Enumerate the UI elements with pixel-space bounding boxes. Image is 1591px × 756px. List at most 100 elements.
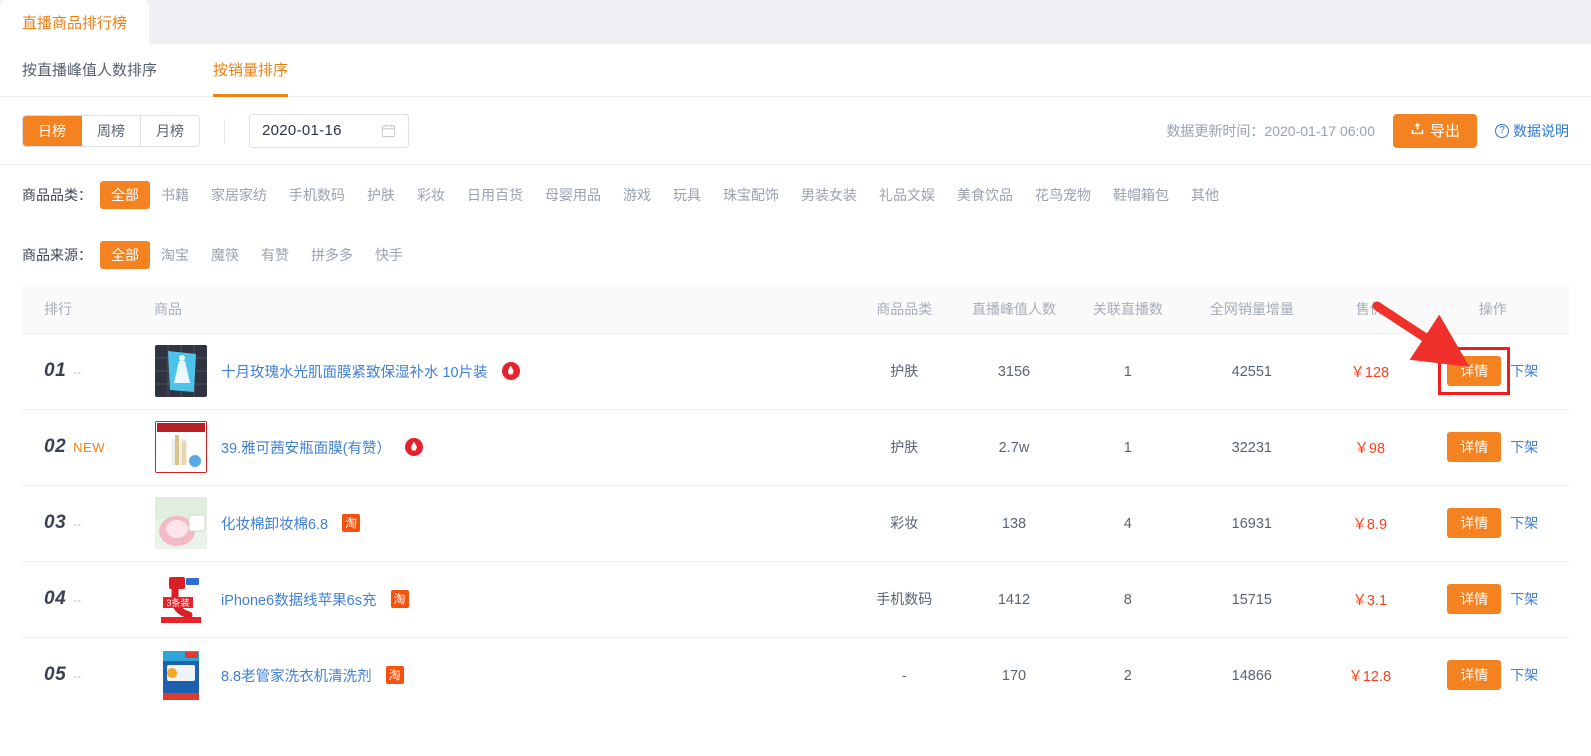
detail-button[interactable]: 详情 [1447,508,1502,538]
cell-sales-growth: 16931 [1180,485,1323,562]
period-option-weekly[interactable]: 周榜 [82,115,141,146]
rank-wrapper: 04 -- [44,588,143,610]
product-source-badge: 淘 [390,590,409,608]
product-title-link[interactable]: 十月玫瑰水光肌面膜紧致保湿补水 10片装 [221,361,488,382]
detail-button[interactable]: 详情 [1447,660,1502,691]
product-thumbnail[interactable] [154,345,207,397]
column-header-lives: 关联直播数 [1074,285,1181,334]
facet-category-clothing[interactable]: 男装女装 [790,181,868,209]
table-row[interactable]: 03 -- 化妆棉卸妆棉6.8 淘 彩妆 138 4 16931 ￥8.9 详情… [22,485,1569,562]
filter-divider [224,118,225,143]
cell-related-lives: 1 [1074,409,1181,486]
facet-category-games[interactable]: 游戏 [612,181,662,209]
action-wrapper: 详情 下架 [1417,508,1568,538]
facet-category-gifts[interactable]: 礼品文娱 [868,181,946,209]
column-header-sales: 全网销量增量 [1180,285,1323,334]
related-lives-value: 4 [1123,515,1132,532]
facet-source-pinduoduo[interactable]: 拼多多 [300,241,364,269]
rank-number: 01 [44,360,67,381]
facet-category-all[interactable]: 全部 [100,181,150,209]
tab-sort-by-peak-viewers[interactable]: 按直播峰值人数排序 [22,44,157,97]
facet-category-digital[interactable]: 手机数码 [278,181,356,209]
kuaishou-badge-icon [404,438,423,456]
facet-source-all[interactable]: 全部 [100,241,150,269]
table-header-row: 排行 商品 商品品类 直播峰值人数 关联直播数 全网销量增量 售价 操作 [22,285,1569,334]
facet-category-jewelry[interactable]: 珠宝配饰 [712,181,790,209]
offshelf-link[interactable]: 下架 [1510,437,1538,457]
facet-source-kuaishou[interactable]: 快手 [364,241,414,269]
detail-button[interactable]: 详情 [1447,584,1502,614]
facet-category-toys[interactable]: 玩具 [662,181,712,209]
facet-category-other[interactable]: 其他 [1180,181,1230,209]
calendar-icon [381,123,396,138]
cell-category: 彩妆 [855,485,954,562]
table-row[interactable]: 02 NEW 39.雅可茜安瓶面膜(有赞） 护肤 2.7w 1 32231 ￥9… [22,409,1569,486]
period-option-monthly[interactable]: 月榜 [141,115,199,146]
sales-growth-value: 42551 [1231,363,1272,380]
detail-button[interactable]: 详情 [1447,356,1502,386]
cell-product: 十月玫瑰水光肌面膜紧致保湿补水 10片装 [143,333,856,410]
product-title-link[interactable]: 8.8老管家洗衣机清洗剂 [221,665,372,686]
svg-text:3条装: 3条装 [166,597,189,608]
table-row[interactable]: 05 -- 8.8老管家洗衣机清洗剂 淘 - 170 2 14866 ￥12.8… [22,637,1569,713]
facet-options-source: 全部 淘宝 魔筷 有赞 拼多多 快手 [100,241,414,269]
product-title-link[interactable]: 化妆棉卸妆棉6.8 [221,513,328,534]
app-tab-live-product-ranking[interactable]: 直播商品排行榜 [0,0,150,44]
detail-button[interactable]: 详情 [1447,432,1502,462]
facet-category-books[interactable]: 书籍 [150,181,200,209]
offshelf-link[interactable]: 下架 [1510,589,1538,609]
sales-growth-value: 16931 [1231,515,1272,532]
cell-sales-growth: 32231 [1180,409,1323,486]
table-row[interactable]: 04 -- 3条装 iPhone6数据线苹果6s充 淘 手机数码 1412 8 … [22,561,1569,638]
product-title-link[interactable]: 39.雅可茜安瓶面膜(有赞） [221,437,391,458]
sort-tab-bar: 按直播峰值人数排序 按销量排序 [0,44,1591,97]
product-thumbnail[interactable] [154,421,207,473]
facet-category-maternity[interactable]: 母婴用品 [534,181,612,209]
price-value: ￥98 [1354,440,1386,457]
rank-number: 03 [44,512,67,533]
export-button[interactable]: 导出 [1392,113,1477,148]
facet-source-taobao[interactable]: 淘宝 [150,241,200,269]
cell-product: 化妆棉卸妆棉6.8 淘 [143,485,856,562]
sales-growth-value: 15715 [1231,591,1272,608]
rank-delta: -- [73,669,82,684]
filter-bar: 日榜 周榜 月榜 2020-01-16 数据更新时间：2020-01-17 06… [0,97,1591,165]
cell-related-lives: 8 [1074,561,1181,638]
cell-category: 护肤 [855,333,954,410]
offshelf-link[interactable]: 下架 [1510,361,1538,381]
column-header-category: 商品品类 [855,285,954,334]
action-wrapper: 详情 下架 [1417,660,1568,691]
action-wrapper: 详情 下架 [1417,356,1568,386]
offshelf-link[interactable]: 下架 [1510,513,1538,533]
column-header-product: 商品 [143,285,856,334]
product-thumbnail[interactable] [154,497,207,549]
product-thumbnail[interactable] [154,649,207,702]
cell-rank: 04 -- [22,561,144,638]
product-wrapper: 39.雅可茜安瓶面膜(有赞） [145,421,854,473]
tab-sort-by-sales[interactable]: 按销量排序 [213,44,289,97]
rank-wrapper: 05 -- [44,664,143,686]
peak-viewers-value: 3156 [997,363,1031,380]
filter-bar-right: 数据更新时间：2020-01-17 06:00 导出 ? 数据说明 [1166,113,1569,148]
period-option-daily[interactable]: 日榜 [23,115,82,146]
data-description-link[interactable]: ? 数据说明 [1495,121,1569,141]
data-update-time: 数据更新时间：2020-01-17 06:00 [1166,122,1375,139]
product-wrapper: 化妆棉卸妆棉6.8 淘 [145,497,854,549]
facet-category-bags[interactable]: 鞋帽箱包 [1102,181,1180,209]
facet-category-food[interactable]: 美食饮品 [946,181,1024,209]
offshelf-link[interactable]: 下架 [1510,665,1538,685]
cell-peak-viewers: 170 [953,637,1075,713]
facet-category-skincare[interactable]: 护肤 [356,181,406,209]
table-row[interactable]: 01 -- 十月玫瑰水光肌面膜紧致保湿补水 10片装 护肤 3156 1 425… [22,333,1569,410]
date-picker[interactable]: 2020-01-16 [249,113,409,148]
cell-product: 8.8老管家洗衣机清洗剂 淘 [144,637,855,713]
facet-source-mokuai[interactable]: 魔筷 [200,241,250,269]
facet-category-makeup[interactable]: 彩妆 [406,181,456,209]
facet-category-pets[interactable]: 花鸟宠物 [1024,181,1102,209]
cell-price: ￥128 [1322,333,1417,410]
facet-category-daily[interactable]: 日用百货 [456,181,534,209]
facet-source-youzan[interactable]: 有赞 [250,241,300,269]
facet-category-home[interactable]: 家居家纺 [200,181,278,209]
product-title-link[interactable]: iPhone6数据线苹果6s充 [221,589,377,610]
product-thumbnail[interactable]: 3条装 [154,573,207,625]
